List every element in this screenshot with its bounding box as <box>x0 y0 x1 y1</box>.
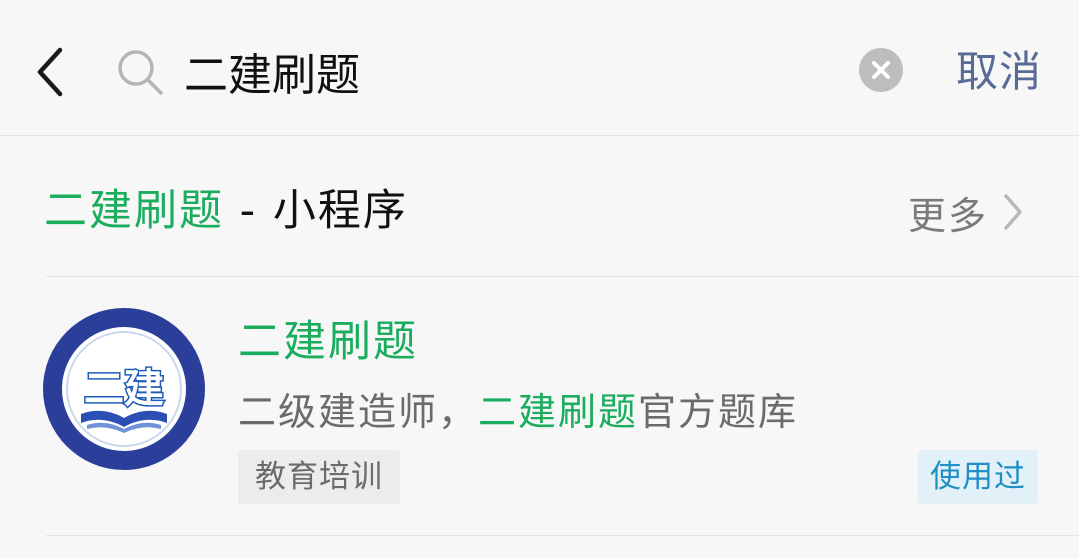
desc-suffix: 官方题库 <box>638 390 799 434</box>
result-description: 二级建造师，二建刷题官方题库 <box>238 389 798 435</box>
section-title: 二建刷题 - 小程序 <box>44 181 408 241</box>
mini-program-result[interactable]: 二建 二建刷题 二级建造师，二建刷题官方题库 教育培训 使用过 <box>0 277 1079 535</box>
more-link[interactable]: 更多 <box>908 187 1024 238</box>
clear-button[interactable] <box>859 48 903 92</box>
more-label: 更多 <box>908 193 989 238</box>
divider-bottom <box>46 535 1079 536</box>
cancel-button[interactable]: 取消 <box>956 42 1042 102</box>
chevron-right-icon <box>1004 194 1022 230</box>
search-input[interactable] <box>184 38 834 104</box>
used-badge: 使用过 <box>918 450 1038 504</box>
desc-prefix: 二级建造师， <box>238 390 479 434</box>
result-title: 二建刷题 <box>238 317 418 367</box>
desc-highlight: 二建刷题 <box>478 390 639 434</box>
section-header: 二建刷题 - 小程序 更多 <box>0 137 1079 277</box>
chevron-left-icon[interactable] <box>30 44 70 100</box>
app-logo: 二建 <box>43 308 205 470</box>
search-icon <box>118 50 163 95</box>
section-title-suffix: - 小程序 <box>224 186 408 236</box>
logo-text: 二建 <box>84 366 164 412</box>
section-title-highlight: 二建刷题 <box>44 186 224 236</box>
category-tag: 教育培训 <box>238 450 400 504</box>
search-bar: 取消 <box>0 0 1079 136</box>
clear-icon <box>872 61 890 79</box>
